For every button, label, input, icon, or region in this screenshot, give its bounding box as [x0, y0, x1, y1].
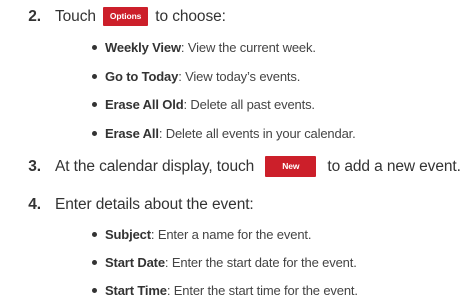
- list-item-term: Start Time: [105, 283, 167, 298]
- bullet-icon: [92, 260, 97, 266]
- list-item-desc: : Enter a name for the event.: [150, 227, 312, 242]
- list-item: Start Date: Enter the start date for the…: [92, 255, 357, 270]
- list-item: Weekly View: View the current week.: [92, 40, 316, 55]
- list-item-desc: : Enter the start time for the event.: [166, 283, 358, 298]
- step-number: 2.: [28, 7, 41, 25]
- step-2: 2. Touch Options to choose:: [0, 7, 226, 26]
- bullet-icon: [92, 102, 97, 108]
- list-item-desc: : Delete all events in your calendar.: [158, 126, 356, 141]
- list-item-desc: : Enter the start date for the event.: [164, 255, 357, 270]
- list-item-term: Weekly View: [105, 40, 181, 55]
- list-item-term: Start Date: [105, 255, 165, 270]
- list-item-term: Erase All: [105, 126, 159, 141]
- step-number: 4.: [28, 196, 41, 213]
- step-text: Touch: [55, 7, 96, 25]
- list-item: Erase All: Delete all events in your cal…: [92, 126, 356, 141]
- step-3: 3. At the calendar display, touch New to…: [0, 156, 461, 177]
- options-button[interactable]: Options: [102, 7, 149, 26]
- bullet-icon: [92, 232, 97, 238]
- step-number: 3.: [28, 157, 41, 175]
- step-4: 4. Enter details about the event:: [0, 196, 254, 214]
- list-item: Erase All Old: Delete all past events.: [92, 97, 315, 112]
- list-item-desc: : Delete all past events.: [183, 97, 316, 112]
- list-item-term: Go to Today: [105, 69, 179, 84]
- step-text: to add a new event.: [327, 157, 461, 175]
- step-text: Enter details about the event:: [55, 196, 254, 213]
- list-item: Start Time: Enter the start time for the…: [92, 283, 358, 298]
- bullet-icon: [92, 288, 97, 294]
- list-item: Subject: Enter a name for the event.: [92, 227, 311, 242]
- step-text: At the calendar display, touch: [55, 157, 255, 175]
- list-item-term: Subject: [105, 227, 151, 242]
- bullet-icon: [92, 74, 97, 80]
- new-button[interactable]: New: [265, 156, 317, 177]
- bullet-icon: [92, 45, 97, 51]
- list-item-desc: : View the current week.: [180, 40, 316, 55]
- list-item: Go to Today: View today’s events.: [92, 69, 300, 84]
- list-item-desc: : View today’s events.: [178, 69, 301, 84]
- bullet-icon: [92, 131, 97, 137]
- list-item-term: Erase All Old: [105, 97, 184, 112]
- step-text: to choose:: [155, 7, 226, 25]
